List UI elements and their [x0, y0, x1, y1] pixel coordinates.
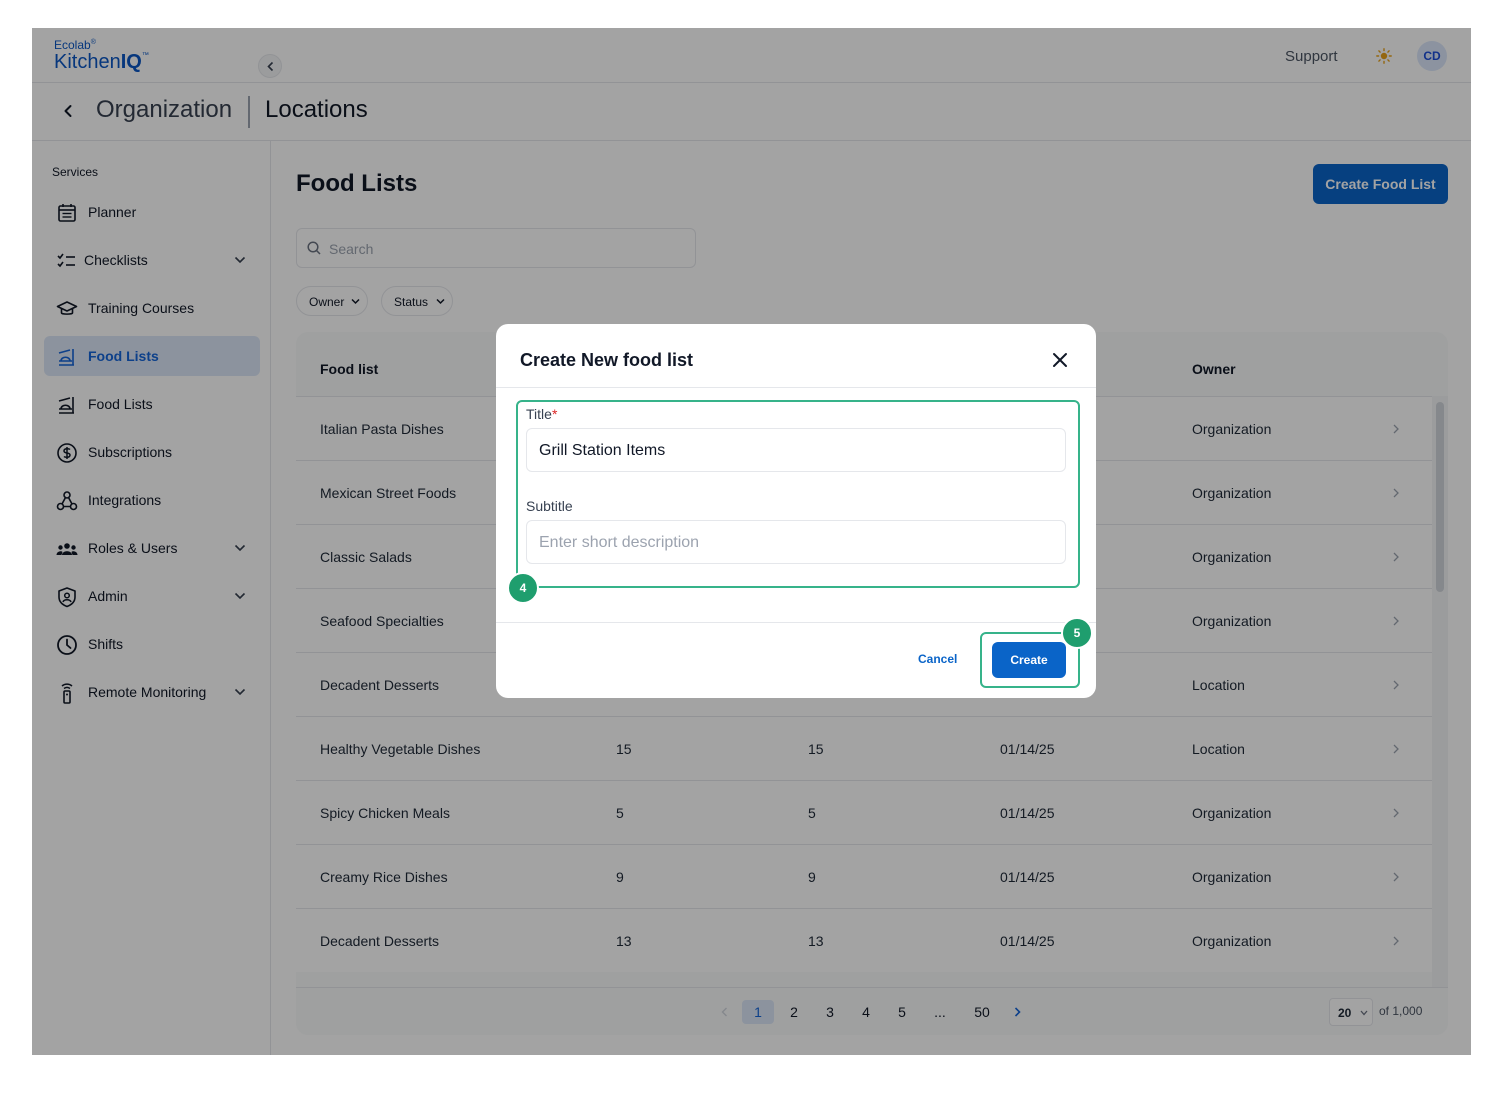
title-input[interactable]: Grill Station Items [526, 428, 1066, 472]
dialog-title: Create New food list [520, 350, 694, 370]
close-icon[interactable] [1052, 352, 1068, 368]
divider [496, 387, 1096, 388]
cancel-button[interactable]: Cancel [918, 652, 957, 666]
app-window: Ecolab® KitchenIQ™ Support CD Organizati… [32, 28, 1471, 1055]
step-badge: 4 [507, 572, 539, 604]
step-badge: 5 [1061, 617, 1093, 649]
divider [496, 622, 1096, 623]
subtitle-input[interactable]: Enter short description [526, 520, 1066, 564]
title-field-label: Title* [526, 406, 558, 422]
title-input-value: Grill Station Items [539, 442, 666, 459]
create-food-list-dialog: Create New food list Title* Grill Statio… [496, 324, 1096, 698]
subtitle-field-label: Subtitle [526, 498, 573, 514]
subtitle-input-placeholder: Enter short description [539, 534, 700, 551]
create-button[interactable]: Create [992, 642, 1066, 678]
